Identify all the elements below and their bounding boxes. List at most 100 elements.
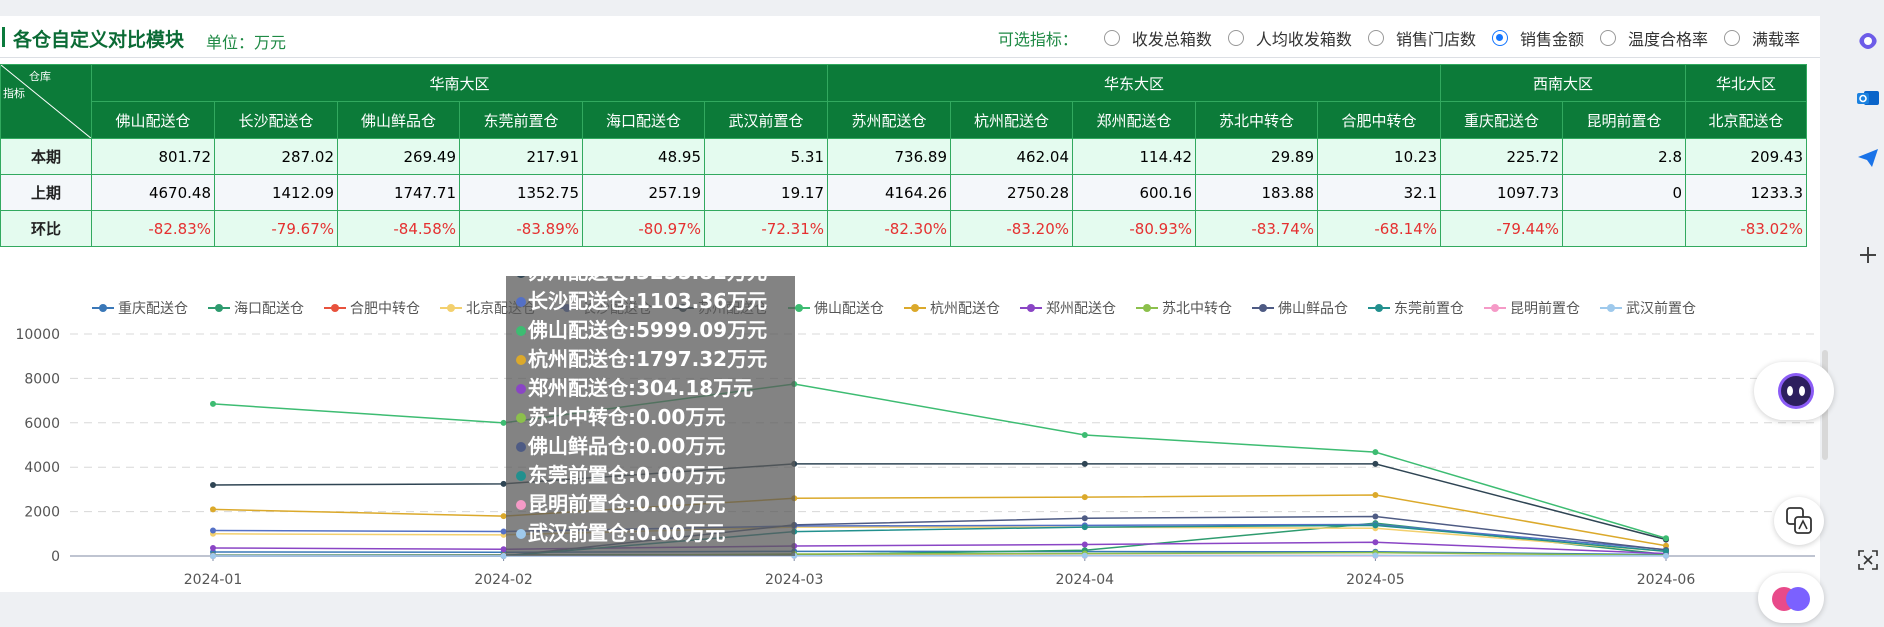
ai-brain-button[interactable] xyxy=(1758,573,1824,623)
add-icon[interactable] xyxy=(1856,243,1880,267)
assistant-robot-button[interactable] xyxy=(1754,362,1834,420)
legend-item[interactable]: 郑州配送仓 xyxy=(1020,298,1116,318)
series-line xyxy=(213,516,1666,556)
tooltip-text: 武汉前置仓:0.00万元 xyxy=(528,519,725,548)
tooltip-dot xyxy=(516,529,526,539)
region-header: 华北大区 xyxy=(1686,65,1807,102)
legend-item[interactable]: 东莞前置仓 xyxy=(1368,298,1464,318)
screenshot-icon[interactable] xyxy=(1856,548,1880,572)
x-tick-label: 2024-01 xyxy=(184,572,243,586)
metric-option-4[interactable]: 温度合格率 xyxy=(1600,26,1708,50)
tooltip-row: 郑州配送仓:304.18万元 xyxy=(506,374,767,403)
tooltip-text: 长沙配送仓:1103.36万元 xyxy=(528,287,767,316)
x-tick-label: 2024-06 xyxy=(1637,572,1696,586)
data-point xyxy=(1082,515,1088,521)
title-accent-bar xyxy=(2,27,5,47)
region-header: 华东大区 xyxy=(828,65,1441,102)
tooltip-dot xyxy=(516,384,526,394)
legend-label: 武汉前置仓 xyxy=(1626,298,1696,318)
legend-label: 杭州配送仓 xyxy=(930,298,1000,318)
data-point xyxy=(1082,553,1088,559)
radio-icon[interactable] xyxy=(1368,30,1384,46)
legend-item[interactable]: 合肥中转仓 xyxy=(324,298,420,318)
legend-item[interactable]: 海口配送仓 xyxy=(208,298,304,318)
table-cell: -83.74% xyxy=(1196,211,1318,247)
radio-icon[interactable] xyxy=(1724,30,1740,46)
legend-item[interactable]: 佛山配送仓 xyxy=(788,298,884,318)
comparison-table: 仓库 指标 华南大区华东大区西南大区华北大区 佛山配送仓长沙配送仓佛山鲜品仓东莞… xyxy=(0,64,1807,247)
table-cell: -72.31% xyxy=(705,211,828,247)
warehouse-header: 长沙配送仓 xyxy=(215,102,338,139)
table-cell: 32.1 xyxy=(1318,175,1441,211)
legend-label: 昆明前置仓 xyxy=(1510,298,1580,318)
legend-item[interactable]: 重庆配送仓 xyxy=(92,298,188,318)
legend-label: 海口配送仓 xyxy=(234,298,304,318)
table-cell: -84.58% xyxy=(338,211,460,247)
metric-option-label: 收发总箱数 xyxy=(1132,26,1212,50)
data-point xyxy=(1372,553,1378,559)
legend-marker xyxy=(324,303,346,313)
warehouse-header: 苏北中转仓 xyxy=(1196,102,1318,139)
radio-icon[interactable] xyxy=(1492,30,1508,46)
panel-header: 各仓自定义对比模块 单位：万元 可选指标： 收发总箱数人均收发箱数销售门店数销售… xyxy=(0,16,1820,58)
data-point xyxy=(210,553,216,559)
legend-marker xyxy=(208,303,230,313)
copilot-icon[interactable] xyxy=(1856,28,1880,52)
metric-option-5[interactable]: 满载率 xyxy=(1724,26,1800,50)
row-label: 本期 xyxy=(1,139,92,175)
table-cell: 269.49 xyxy=(338,139,460,175)
radio-icon[interactable] xyxy=(1600,30,1616,46)
tooltip-text: 昆明前置仓:0.00万元 xyxy=(528,490,725,519)
robot-icon xyxy=(1754,362,1834,420)
legend-item[interactable]: 佛山鲜品仓 xyxy=(1252,298,1348,318)
data-point xyxy=(210,527,216,533)
legend-marker xyxy=(1252,303,1274,313)
legend-label: 东莞前置仓 xyxy=(1394,298,1464,318)
legend-label: 佛山鲜品仓 xyxy=(1278,298,1348,318)
table-cell: 1233.3 xyxy=(1686,175,1807,211)
send-icon[interactable] xyxy=(1856,146,1880,170)
legend-label: 合肥中转仓 xyxy=(350,298,420,318)
data-point xyxy=(1663,553,1669,559)
outlook-icon[interactable] xyxy=(1856,86,1880,110)
translate-button[interactable] xyxy=(1774,497,1824,545)
metric-option-label: 人均收发箱数 xyxy=(1256,26,1352,50)
metric-options-label: 可选指标： xyxy=(998,26,1078,50)
table-cell: 0 xyxy=(1563,175,1686,211)
metric-option-label: 销售金额 xyxy=(1520,26,1584,50)
radio-icon[interactable] xyxy=(1104,30,1120,46)
metric-option-1[interactable]: 人均收发箱数 xyxy=(1228,26,1352,50)
legend-marker xyxy=(92,303,114,313)
warehouse-header: 杭州配送仓 xyxy=(951,102,1073,139)
metric-option-2[interactable]: 销售门店数 xyxy=(1368,26,1476,50)
warehouse-header: 苏州配送仓 xyxy=(828,102,951,139)
radio-icon[interactable] xyxy=(1228,30,1244,46)
tooltip-text: 苏北中转仓:0.00万元 xyxy=(528,403,725,432)
x-tick-label: 2024-02 xyxy=(474,572,533,586)
table-cell: -79.44% xyxy=(1441,211,1563,247)
comparison-panel: 各仓自定义对比模块 单位：万元 可选指标： 收发总箱数人均收发箱数销售门店数销售… xyxy=(0,16,1820,592)
region-header: 华南大区 xyxy=(92,65,828,102)
data-point xyxy=(1082,541,1088,547)
tooltip-row: 昆明前置仓:0.00万元 xyxy=(506,490,767,519)
table-cell: 462.04 xyxy=(951,139,1073,175)
legend-item[interactable]: 武汉前置仓 xyxy=(1600,298,1696,318)
legend-item[interactable]: 杭州配送仓 xyxy=(904,298,1000,318)
tooltip-text: 佛山鲜品仓:0.00万元 xyxy=(528,432,725,461)
series-line xyxy=(213,523,1666,555)
x-tick-label: 2024-04 xyxy=(1056,572,1115,586)
legend-item[interactable]: 苏北中转仓 xyxy=(1136,298,1232,318)
metric-option-0[interactable]: 收发总箱数 xyxy=(1104,26,1212,50)
x-tick-label: 2024-03 xyxy=(765,572,824,586)
metric-option-3[interactable]: 销售金额 xyxy=(1492,26,1584,50)
legend-marker xyxy=(1368,303,1390,313)
table-cell: -82.30% xyxy=(828,211,951,247)
table-cell: -68.14% xyxy=(1318,211,1441,247)
legend-marker xyxy=(904,303,926,313)
table-cell: 209.43 xyxy=(1686,139,1807,175)
y-tick-label: 10000 xyxy=(15,327,60,343)
tooltip-row: 长沙配送仓:1103.36万元 xyxy=(506,287,767,316)
metric-option-label: 满载率 xyxy=(1752,26,1800,50)
legend-item[interactable]: 昆明前置仓 xyxy=(1484,298,1580,318)
table-cell: 225.72 xyxy=(1441,139,1563,175)
